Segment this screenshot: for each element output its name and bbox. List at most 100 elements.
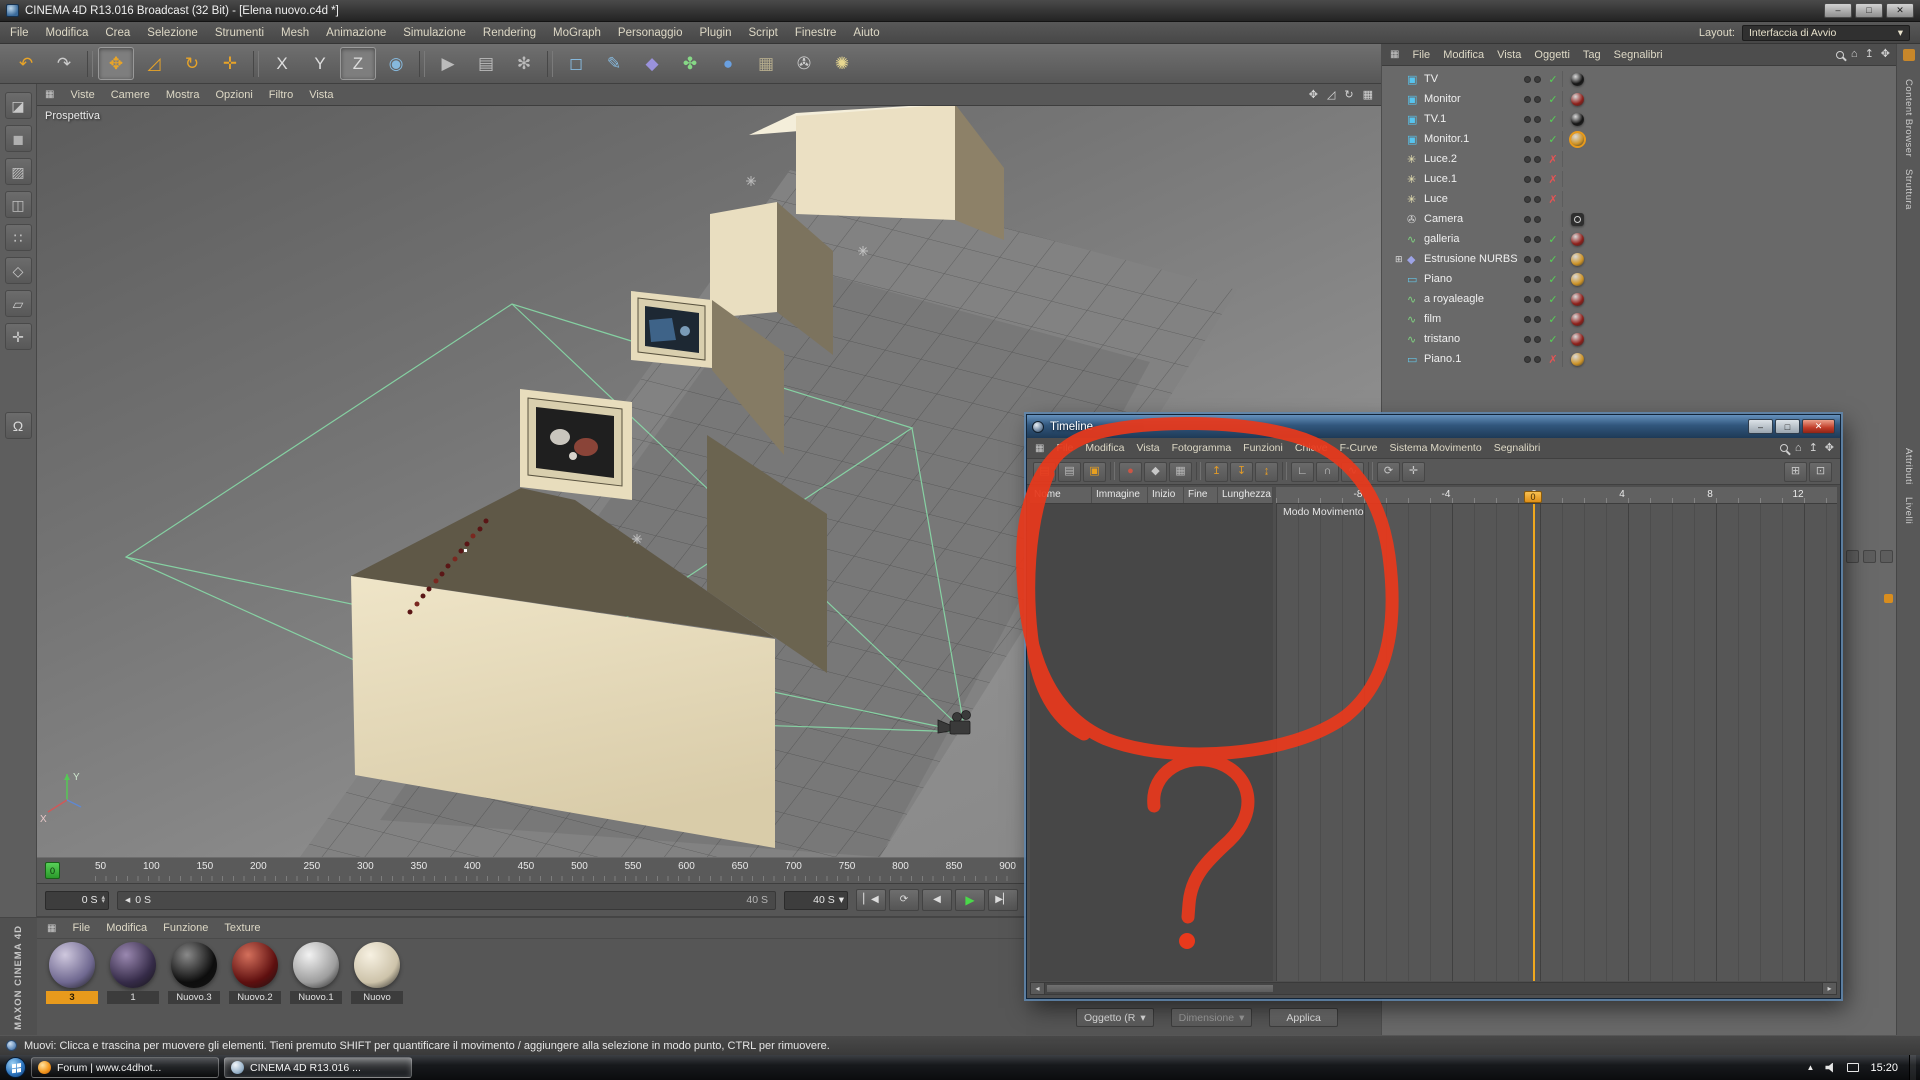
state-icon[interactable]: ✓	[1544, 253, 1562, 266]
material-sphere[interactable]	[293, 942, 339, 988]
timeline-object-pane[interactable]: NomeImmagineInizioFineLunghezza	[1030, 487, 1273, 981]
panel-grid-icon[interactable]: ▦	[45, 89, 54, 100]
panel-grid-icon[interactable]: ▦	[1035, 443, 1044, 454]
state-icon[interactable]: ✓	[1544, 293, 1562, 306]
taskbar-task[interactable]: Forum | www.c4dhot...	[31, 1057, 219, 1078]
toolbar-button[interactable]: X	[264, 47, 300, 80]
minimize-button[interactable]: –	[1824, 3, 1852, 18]
timeline-menu-item[interactable]: Fotogramma	[1172, 442, 1232, 454]
object-name[interactable]: TV	[1424, 73, 1520, 85]
material-tag[interactable]	[1571, 213, 1584, 226]
object-name[interactable]: a royaleagle	[1424, 293, 1520, 305]
timeline-playhead-marker[interactable]: 0	[1524, 491, 1542, 503]
material-menu-item[interactable]: Texture	[224, 922, 260, 934]
timeline-column-header[interactable]: Inizio	[1148, 487, 1184, 503]
panel-header-icon[interactable]: ↥	[1865, 49, 1874, 60]
transport-button[interactable]: ▏◀	[856, 889, 886, 911]
timeline-playhead-line[interactable]	[1533, 504, 1535, 981]
taskbar-task[interactable]: CINEMA 4D R13.016 ...	[224, 1057, 412, 1078]
mode-toolbar-button[interactable]: ◇	[5, 257, 32, 284]
menu-item[interactable]: Script	[748, 27, 777, 39]
toolbar-button[interactable]: Z	[340, 47, 376, 80]
panel-header-icon[interactable]	[1780, 444, 1788, 452]
panel-header-icon[interactable]: ⌂	[1851, 49, 1858, 60]
visibility-dots[interactable]	[1520, 256, 1544, 263]
state-icon[interactable]: ✓	[1544, 73, 1562, 86]
panel-grid-icon[interactable]: ▦	[1390, 49, 1399, 60]
timeline-track-pane[interactable]: -8-404812 Modo Movimento 0	[1276, 487, 1837, 981]
scrollbar-thumb[interactable]	[1046, 984, 1274, 993]
visibility-dots[interactable]	[1520, 316, 1544, 323]
object-name[interactable]: film	[1424, 313, 1520, 325]
toolbar-button[interactable]: ◿	[136, 47, 172, 80]
material-sphere[interactable]	[110, 942, 156, 988]
mode-toolbar-button[interactable]: ◪	[5, 92, 32, 119]
material-item[interactable]: Nuovo.2	[229, 942, 281, 1004]
toolbar-button[interactable]: ✇	[786, 47, 822, 80]
clock[interactable]: 15:20	[1870, 1062, 1898, 1074]
state-icon[interactable]: ✓	[1544, 273, 1562, 286]
panel-grid-icon[interactable]: ▦	[47, 923, 56, 934]
spinner-arrows[interactable]: ▴▾	[101, 896, 105, 904]
menu-item[interactable]: Modifica	[46, 27, 89, 39]
apply-button[interactable]: Applica	[1269, 1008, 1337, 1027]
toolbar-button[interactable]: ✥	[98, 47, 134, 80]
timeline-zoom-button[interactable]: ⊡	[1809, 462, 1832, 482]
toolbar-button[interactable]: ◆	[634, 47, 670, 80]
object-name[interactable]: Luce.2	[1424, 153, 1520, 165]
toolbar-button[interactable]	[419, 51, 425, 77]
object-name[interactable]: galleria	[1424, 233, 1520, 245]
panel-lock-icon[interactable]	[1903, 49, 1915, 61]
timeline-column-header[interactable]: Fine	[1184, 487, 1218, 503]
timeline-toolbar-button[interactable]: ✛	[1402, 462, 1425, 482]
current-time-field[interactable]: 0 S ▴▾	[45, 891, 109, 910]
timeline-toolbar-button[interactable]: ⟳	[1377, 462, 1400, 482]
material-tag[interactable]	[1571, 253, 1584, 266]
view-nav-icon[interactable]: ✥	[1309, 90, 1318, 101]
timeline-toolbar-button[interactable]: ▤	[1033, 462, 1056, 482]
mode-toolbar-button[interactable]: ◼	[5, 125, 32, 152]
dock-tab[interactable]: Content Browser	[1903, 79, 1914, 157]
object-name[interactable]: Piano	[1424, 273, 1520, 285]
animation-ruler[interactable]: 0 50100150200250300350400450500550600650…	[37, 857, 1026, 884]
picture-frame-upper[interactable]	[638, 298, 705, 360]
toolbar-button[interactable]: Y	[302, 47, 338, 80]
menu-item[interactable]: Strumenti	[215, 27, 264, 39]
object-name[interactable]: Luce	[1424, 193, 1520, 205]
timeline-toolbar-button[interactable]: ▤	[1058, 462, 1081, 482]
timeline-ruler[interactable]: -8-404812	[1276, 487, 1837, 504]
object-row[interactable]: ▣ TV ✓	[1382, 69, 1896, 89]
mode-toolbar-button[interactable]: ▱	[5, 290, 32, 317]
object-row[interactable]: ∿ tristano ✓	[1382, 329, 1896, 349]
minimize-button[interactable]: –	[1748, 419, 1773, 434]
view-nav-icon[interactable]: ↻	[1344, 90, 1353, 101]
timeline-titlebar[interactable]: Timeline – □ ✕	[1027, 415, 1840, 438]
material-tag[interactable]	[1571, 273, 1584, 286]
visibility-dots[interactable]	[1520, 276, 1544, 283]
timeline-toolbar-button[interactable]: ∟	[1291, 462, 1314, 482]
viewport-menu-item[interactable]: Vista	[309, 89, 333, 101]
timeline-menu-item[interactable]: Modifica	[1085, 442, 1124, 454]
menu-item[interactable]: Crea	[105, 27, 130, 39]
mode-toolbar-button[interactable]: ◫	[5, 191, 32, 218]
timeline-menu-item[interactable]: Chiave	[1295, 442, 1328, 454]
playhead-marker[interactable]: 0	[45, 862, 60, 879]
viewport-menu-item[interactable]: Opzioni	[215, 89, 252, 101]
timeline-toolbar-button[interactable]: ↧	[1230, 462, 1253, 482]
dock-tab[interactable]: Struttura	[1903, 169, 1914, 210]
object-manager-menu-item[interactable]: File	[1412, 49, 1430, 61]
menu-item[interactable]: Finestre	[795, 27, 837, 39]
state-icon[interactable]: ✓	[1544, 333, 1562, 346]
toolbar-button[interactable]: ✛	[212, 47, 248, 80]
transport-button[interactable]: ⟳	[889, 889, 919, 911]
timeline-toolbar-button[interactable]: ●	[1119, 462, 1142, 482]
menu-item[interactable]: MoGraph	[553, 27, 601, 39]
visibility-dots[interactable]	[1520, 356, 1544, 363]
attribute-panel-icon[interactable]	[1846, 550, 1859, 563]
material-tag[interactable]	[1571, 333, 1584, 346]
timeline-toolbar-button[interactable]	[1196, 462, 1201, 480]
timeline-toolbar-button[interactable]: ∩	[1316, 462, 1339, 482]
timeline-toolbar-button[interactable]: ▦	[1169, 462, 1192, 482]
visibility-dots[interactable]	[1520, 216, 1544, 223]
state-icon[interactable]: ✗	[1544, 153, 1562, 166]
